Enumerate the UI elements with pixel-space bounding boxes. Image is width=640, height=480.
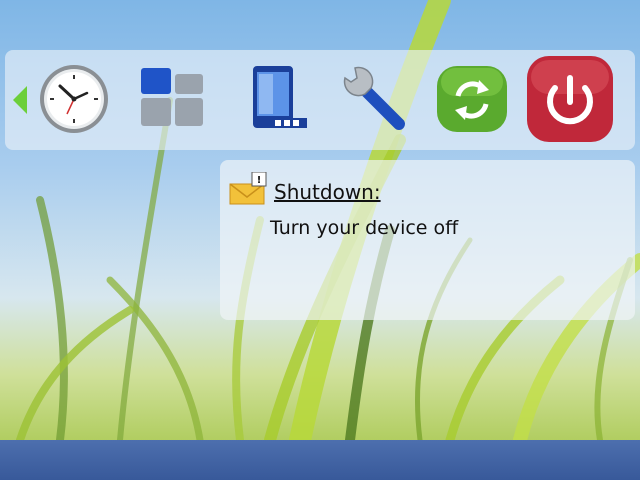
app-grid-icon[interactable] (135, 60, 213, 138)
chevron-left-icon[interactable] (11, 84, 29, 116)
info-title: Shutdown: (274, 180, 381, 204)
svg-text:!: ! (257, 175, 262, 186)
message-alert-icon: ! (229, 172, 267, 205)
info-description: Turn your device off (270, 217, 459, 239)
bottom-bar (0, 440, 640, 480)
clock-icon[interactable] (35, 60, 113, 138)
info-panel: ! Shutdown: Turn your device off (220, 160, 635, 320)
app-toolbar (5, 50, 635, 150)
phone-connectivity-icon[interactable] (241, 60, 319, 138)
sync-icon[interactable] (433, 60, 511, 138)
power-icon[interactable] (525, 54, 615, 144)
wrench-icon[interactable] (335, 60, 413, 138)
